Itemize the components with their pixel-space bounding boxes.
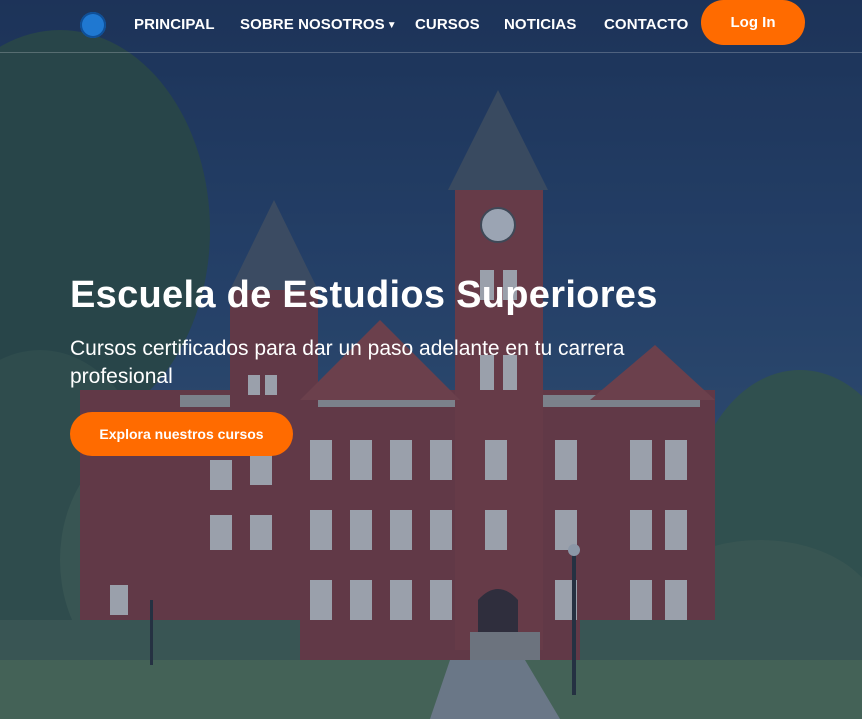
graduation-cap-logo-icon[interactable] bbox=[80, 12, 106, 38]
nav-item-label: SOBRE NOSOTROS bbox=[240, 16, 385, 33]
hero-subtitle: Cursos certificados para dar un paso ade… bbox=[70, 337, 625, 388]
explore-courses-button[interactable]: Explora nuestros cursos bbox=[70, 412, 293, 456]
nav-item-cursos[interactable]: CURSOS bbox=[415, 16, 480, 33]
caret-down-icon: ▼ bbox=[386, 20, 397, 31]
nav-item-principal[interactable]: PRINCIPAL bbox=[134, 16, 215, 33]
hero-title: Escuela de Estudios Superiores bbox=[70, 274, 658, 316]
top-navbar: PRINCIPAL SOBRE NOSOTROS ▼ CURSOS NOTICIA… bbox=[0, 0, 862, 53]
nav-item-contacto[interactable]: CONTACTO bbox=[604, 16, 688, 33]
login-button[interactable]: Log In bbox=[701, 0, 805, 45]
nav-item-noticias[interactable]: NOTICIAS bbox=[504, 16, 576, 33]
nav-item-sobre-nosotros[interactable]: SOBRE NOSOTROS ▼ bbox=[240, 16, 397, 33]
